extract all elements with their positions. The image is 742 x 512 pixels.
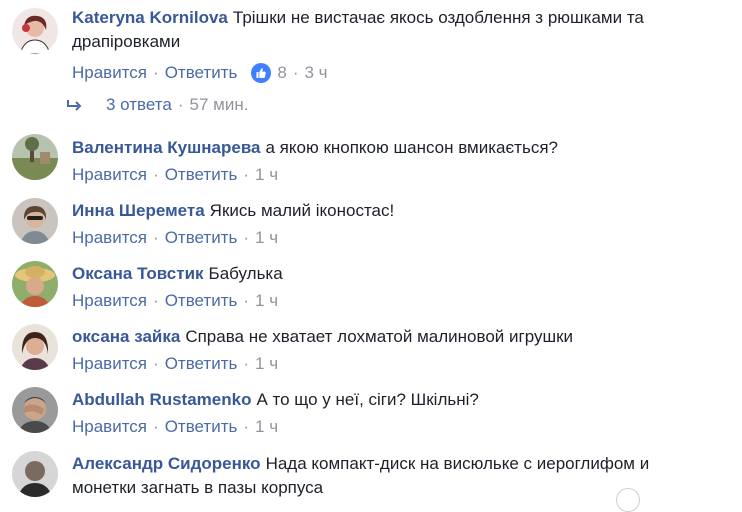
comment-message: А то що у неї, сіги? Шкільні? [256,390,479,409]
comment-text: Abdullah Rustamenko А то що у неї, сіги? … [72,388,712,412]
comment-message: а якою кнопкою шансон вмикається? [265,138,559,157]
comment-author[interactable]: Валентина Кушнарева [72,138,261,157]
like-button[interactable]: Нравится [72,351,147,377]
like-button[interactable]: Нравится [72,288,147,314]
like-button[interactable]: Нравится [72,225,147,251]
comment-time[interactable]: 3 ч [305,60,328,86]
separator: · [243,417,250,436]
separator: · [177,95,184,114]
reply-button[interactable]: Ответить [165,414,238,440]
reply-button[interactable]: Ответить [165,60,238,86]
comment-actions: Нравится · Ответить · 1 ч [72,288,712,314]
comment-message: Бабулька [208,264,283,283]
comment-author[interactable]: Александр Сидоренко [72,454,261,473]
comment-actions: Нравится · Ответить 8 · 3 ч [72,60,712,86]
comment-text: Александр Сидоренко Нада компакт-диск на … [72,452,712,500]
replies-count-link[interactable]: 3 ответа [106,92,172,118]
avatar[interactable] [12,198,58,244]
separator: · [153,165,159,184]
avatar-woman-icon [12,324,58,370]
comment-author[interactable]: Оксана Товстик [72,264,204,283]
separator: · [153,63,159,82]
like-button[interactable]: Нравится [72,414,147,440]
separator: · [243,228,250,247]
reply-button[interactable]: Ответить [165,225,238,251]
avatar-woman-icon [12,8,58,54]
view-replies[interactable]: 3 ответа · 57 мин. [66,92,248,118]
separator: · [243,291,250,310]
scroll-indicator [616,488,640,512]
comment-text: Оксана Товстик Бабулька [72,262,712,286]
like-button[interactable]: Нравится [72,60,147,86]
comment-author[interactable]: Инна Шеремета [72,201,205,220]
like-count: 8 [277,63,287,82]
comment-time[interactable]: 1 ч [255,288,278,314]
separator: · [243,354,250,373]
avatar[interactable] [12,324,58,370]
avatar[interactable] [12,8,58,54]
separator: · [292,63,299,82]
reaction-summary[interactable]: 8 [251,60,287,86]
comment-message: Справа не хватает лохматой малиновой игр… [185,327,574,346]
comment-actions: Нравится · Ответить · 1 ч [72,225,712,251]
reply-button[interactable]: Ответить [165,288,238,314]
avatar-woman-icon [12,198,58,244]
comment-author[interactable]: оксана зайка [72,327,180,346]
separator: · [153,228,159,247]
avatar[interactable] [12,451,58,497]
reply-arrow-icon [67,100,82,111]
avatar[interactable] [12,261,58,307]
separator: · [153,291,159,310]
comment-actions: Нравится · Ответить · 1 ч [72,414,712,440]
avatar[interactable] [12,134,58,180]
comment-message: Якись малий іконостас! [209,201,395,220]
avatar[interactable] [12,387,58,433]
comment-actions: Нравится · Ответить · 1 ч [72,162,712,188]
comment-time[interactable]: 1 ч [255,414,278,440]
comment-time[interactable]: 1 ч [255,225,278,251]
avatar-woman-hat-icon [12,261,58,307]
comment-text: Kateryna Kornilova Трішки не вистачає яко… [72,6,712,54]
comment-text: Инна Шеремета Якись малий іконостас! [72,199,712,223]
replies-time: 57 мин. [189,95,249,114]
comment-actions: Нравится · Ответить · 1 ч [72,351,712,377]
separator: · [243,165,250,184]
comment-text: оксана зайка Справа не хватает лохматой м… [72,325,712,349]
avatar-man-icon [12,451,58,497]
separator: · [153,417,159,436]
reply-button[interactable]: Ответить [165,162,238,188]
comment-author[interactable]: Kateryna Kornilova [72,8,228,27]
comment-time[interactable]: 1 ч [255,351,278,377]
comment-author[interactable]: Abdullah Rustamenko [72,390,251,409]
like-button[interactable]: Нравится [72,162,147,188]
separator: · [153,354,159,373]
comment-time[interactable]: 1 ч [255,162,278,188]
reply-button[interactable]: Ответить [165,351,238,377]
thumbs-up-icon [251,63,272,83]
comment-text: Валентина Кушнарева а якою кнопкою шансон… [72,136,712,160]
avatar-man-facepalm-icon [12,387,58,433]
avatar-landscape-icon [12,134,58,180]
